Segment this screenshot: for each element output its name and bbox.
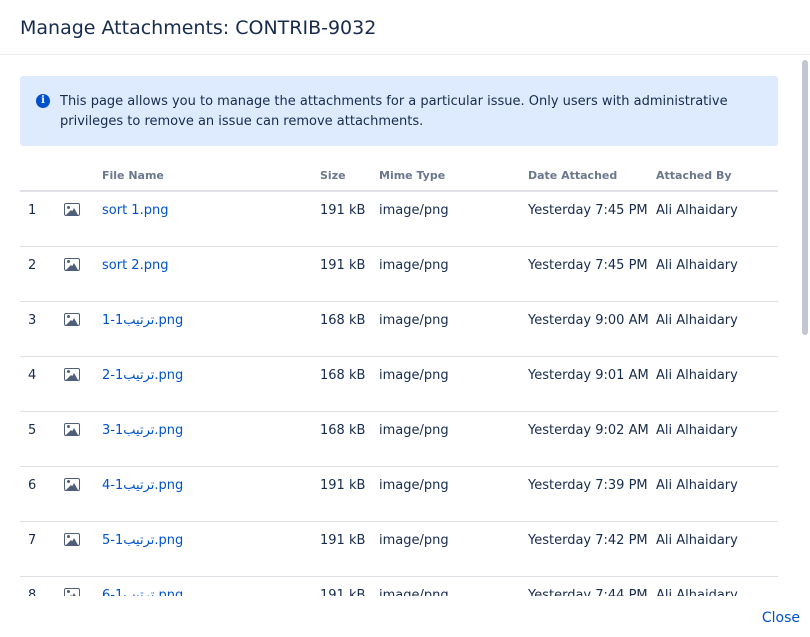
image-file-icon: [64, 203, 80, 216]
table-row: 3 ترتيب1-1.png 168 kB image/png Yesterday 9:…: [20, 301, 778, 357]
image-file-icon-cell: [64, 411, 102, 467]
file-size: 168 kB: [320, 411, 379, 467]
dialog-footer: Close: [0, 596, 810, 637]
close-button[interactable]: Close: [762, 610, 800, 626]
file-size: 168 kB: [320, 301, 379, 357]
image-file-icon: [64, 312, 80, 326]
file-size: 191 kB: [320, 246, 379, 302]
date-attached: Yesterday 7:45 PM: [528, 191, 656, 247]
file-size: 191 kB: [320, 521, 379, 577]
file-name-link[interactable]: ترتيب1-5.png: [102, 533, 183, 548]
row-number: 1: [20, 191, 64, 247]
row-number: 8: [20, 576, 64, 596]
image-file-icon-cell: [64, 301, 102, 357]
attached-by: Ali Alhaidary: [656, 576, 778, 596]
table-row: 5 ترتيب1-3.png 168 kB image/png Yesterday 9:…: [20, 411, 778, 467]
file-name-cell: ترتيب1-1.png: [102, 301, 320, 357]
header-file-name: File Name: [102, 160, 320, 192]
info-message: i This page allows you to manage the att…: [20, 76, 778, 146]
row-number: 3: [20, 301, 64, 357]
attached-by: Ali Alhaidary: [656, 356, 778, 412]
attached-by: Ali Alhaidary: [656, 411, 778, 467]
file-size: 191 kB: [320, 466, 379, 522]
file-name-cell: ترتيب1-2.png: [102, 356, 320, 412]
image-file-icon-cell: [64, 191, 102, 247]
image-file-icon: [64, 422, 80, 436]
mime-type: image/png: [379, 191, 528, 247]
file-name-link[interactable]: ترتيب1-4.png: [102, 478, 183, 493]
image-file-icon-cell: [64, 356, 102, 412]
header-number: [20, 160, 64, 192]
row-number: 4: [20, 356, 64, 412]
image-file-icon: [64, 367, 80, 381]
header-date-attached: Date Attached: [528, 160, 656, 192]
dialog-title: Manage Attachments: CONTRIB-9032: [20, 17, 377, 39]
header-attached-by: Attached By: [656, 160, 778, 192]
table-row: 1 sort 1.png 191 kB image/png Yesterday 7:45…: [20, 191, 778, 247]
file-size: 191 kB: [320, 576, 379, 596]
dialog-header: Manage Attachments: CONTRIB-9032: [0, 0, 810, 55]
table-row: 4 ترتيب1-2.png 168 kB image/png Yesterday 9:…: [20, 356, 778, 412]
attached-by: Ali Alhaidary: [656, 466, 778, 522]
header-mime-type: Mime Type: [379, 160, 528, 192]
info-icon: i: [36, 94, 50, 108]
mime-type: image/png: [379, 246, 528, 302]
scrollbar-thumb[interactable]: [802, 60, 808, 335]
file-size: 168 kB: [320, 356, 379, 412]
attachments-table-wrap: File Name Size Mime Type Date Attached A…: [20, 160, 778, 596]
file-name-cell: ترتيب1-6.png: [102, 576, 320, 596]
table-row: 7 ترتيب1-5.png 191 kB image/png Yesterday 7:…: [20, 521, 778, 577]
mime-type: image/png: [379, 411, 528, 467]
mime-type: image/png: [379, 521, 528, 577]
image-file-icon-cell: [64, 466, 102, 522]
mime-type: image/png: [379, 301, 528, 357]
file-name-cell: ترتيب1-4.png: [102, 466, 320, 522]
image-file-icon: [64, 587, 80, 596]
attachments-scroll-area[interactable]: i This page allows you to manage the att…: [0, 56, 810, 596]
image-file-icon-cell: [64, 521, 102, 577]
row-number: 5: [20, 411, 64, 467]
date-attached: Yesterday 9:02 AM: [528, 411, 656, 467]
date-attached: Yesterday 7:44 PM: [528, 576, 656, 596]
mime-type: image/png: [379, 576, 528, 596]
header-icon: [64, 160, 102, 192]
file-name-cell: sort 2.png: [102, 246, 320, 302]
file-name-link[interactable]: ترتيب1-2.png: [102, 368, 183, 383]
table-header-row: File Name Size Mime Type Date Attached A…: [20, 160, 778, 192]
row-number: 6: [20, 466, 64, 522]
image-file-icon: [64, 257, 80, 271]
file-name-link[interactable]: ترتيب1-6.png: [102, 588, 183, 597]
file-name-link[interactable]: ترتيب1-3.png: [102, 423, 183, 438]
row-number: 7: [20, 521, 64, 577]
attached-by: Ali Alhaidary: [656, 246, 778, 302]
file-name-link[interactable]: sort 1.png: [102, 203, 168, 218]
date-attached: Yesterday 9:01 AM: [528, 356, 656, 412]
attachments-table: File Name Size Mime Type Date Attached A…: [20, 160, 778, 596]
mime-type: image/png: [379, 356, 528, 412]
attached-by: Ali Alhaidary: [656, 521, 778, 577]
attached-by: Ali Alhaidary: [656, 191, 778, 247]
file-name-cell: sort 1.png: [102, 191, 320, 247]
table-row: 8 ترتيب1-6.png 191 kB image/png Yesterday 7:…: [20, 576, 778, 596]
file-name-cell: ترتيب1-3.png: [102, 411, 320, 467]
file-name-link[interactable]: sort 2.png: [102, 258, 168, 273]
date-attached: Yesterday 7:39 PM: [528, 466, 656, 522]
info-text: This page allows you to manage the attac…: [60, 94, 728, 129]
image-file-icon: [64, 477, 80, 491]
date-attached: Yesterday 7:42 PM: [528, 521, 656, 577]
mime-type: image/png: [379, 466, 528, 522]
date-attached: Yesterday 7:45 PM: [528, 246, 656, 302]
table-row: 6 ترتيب1-4.png 191 kB image/png Yesterday 7:…: [20, 466, 778, 522]
image-file-icon: [64, 532, 80, 546]
image-file-icon-cell: [64, 576, 102, 596]
row-number: 2: [20, 246, 64, 302]
table-row: 2 sort 2.png 191 kB image/png Yesterday 7:45…: [20, 246, 778, 302]
file-size: 191 kB: [320, 191, 379, 247]
attached-by: Ali Alhaidary: [656, 301, 778, 357]
header-size: Size: [320, 160, 379, 192]
file-name-link[interactable]: ترتيب1-1.png: [102, 313, 183, 328]
date-attached: Yesterday 9:00 AM: [528, 301, 656, 357]
file-name-cell: ترتيب1-5.png: [102, 521, 320, 577]
image-file-icon-cell: [64, 246, 102, 302]
